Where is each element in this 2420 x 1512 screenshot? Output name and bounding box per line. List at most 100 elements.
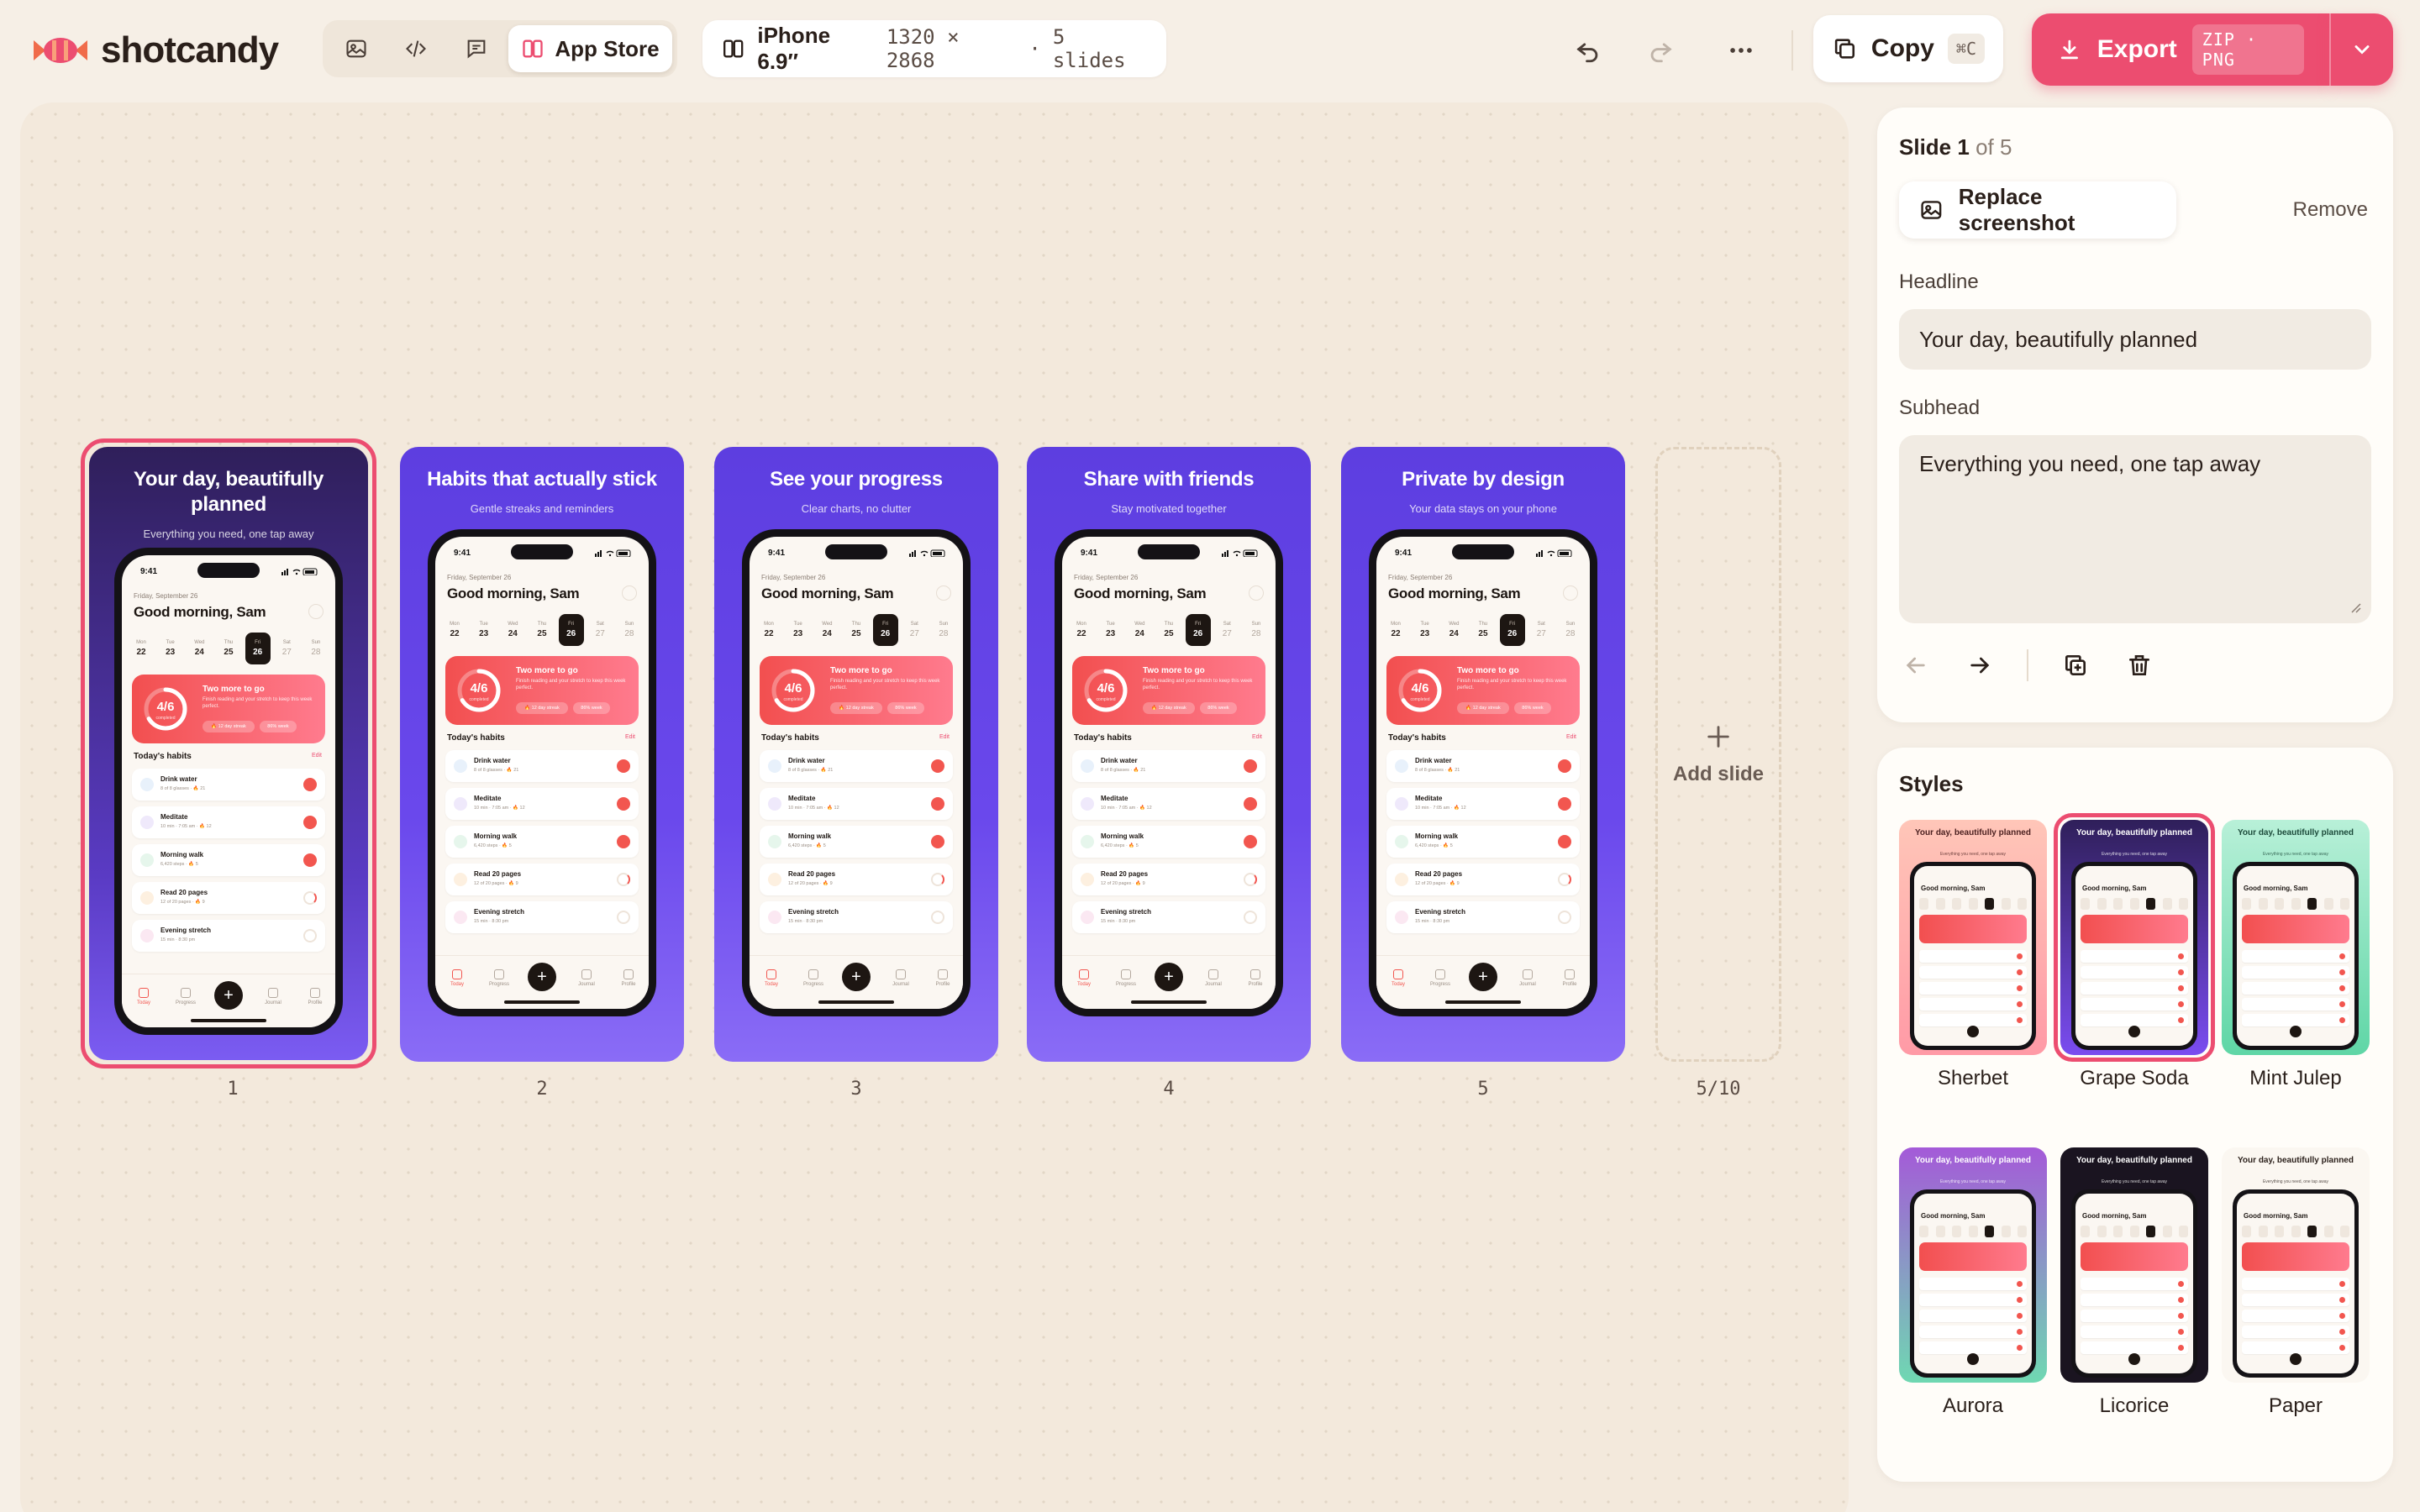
calendar-day[interactable]: Mon 22 <box>756 614 781 646</box>
remove-screenshot-link[interactable]: Remove <box>2293 198 2368 222</box>
slide-thumbnail[interactable]: Share with friends Stay motivated togeth… <box>1027 447 1311 1062</box>
habit-check-icon[interactable] <box>1558 835 1571 848</box>
habits-edit-link[interactable]: Edit <box>939 734 950 740</box>
refresh-icon[interactable] <box>936 585 951 601</box>
device-selector[interactable]: iPhone 6.9″ 1320 × 2868 · 5 slides <box>702 20 1166 77</box>
habit-row[interactable]: Meditate 10 min · 7:05 am · 🔥 12 <box>1386 788 1580 820</box>
style-option[interactable]: Your day, beautifully planned Everything… <box>2060 1147 2208 1383</box>
calendar-day[interactable]: Wed 24 <box>1127 614 1152 646</box>
slide-thumbnail[interactable]: Private by design Your data stays on you… <box>1341 447 1625 1062</box>
tab-bar-item[interactable]: Today <box>1065 969 1102 987</box>
progress-card[interactable]: 4/6 completed Two more to go Finish read… <box>1386 656 1580 725</box>
habit-check-icon[interactable] <box>617 873 630 886</box>
mode-code-button[interactable] <box>388 25 445 72</box>
calendar-day[interactable]: Thu 25 <box>529 614 555 646</box>
habit-row[interactable]: Evening stretch 15 min · 8:30 pm <box>760 901 953 933</box>
calendar-day[interactable]: Wed 24 <box>500 614 525 646</box>
habit-row[interactable]: Evening stretch 15 min · 8:30 pm <box>1072 901 1265 933</box>
tab-bar-item[interactable]: Profile <box>1551 969 1588 987</box>
refresh-icon[interactable] <box>1563 585 1578 601</box>
habit-row[interactable]: Morning walk 6,420 steps · 🔥 5 <box>760 826 953 858</box>
calendar-day[interactable]: Sat 27 <box>902 614 927 646</box>
calendar-day[interactable]: Sun 28 <box>931 614 956 646</box>
move-left-button[interactable] <box>1899 648 1933 682</box>
habit-check-icon[interactable] <box>931 835 944 848</box>
style-option[interactable]: Your day, beautifully planned Everything… <box>1899 1147 2047 1383</box>
tab-bar-item[interactable]: Progress <box>795 969 832 987</box>
calendar-day[interactable]: Sun 28 <box>1558 614 1583 646</box>
calendar-day[interactable]: Fri 26 <box>558 614 584 646</box>
calendar-day[interactable]: Sun 28 <box>617 614 642 646</box>
habit-check-icon[interactable] <box>617 797 630 811</box>
habits-edit-link[interactable]: Edit <box>625 734 635 740</box>
duplicate-slide-button[interactable] <box>2059 648 2092 682</box>
add-slide-button[interactable]: Add slide <box>1655 447 1781 1062</box>
habits-edit-link[interactable]: Edit <box>1252 734 1262 740</box>
calendar-day[interactable]: Tue 23 <box>471 614 497 646</box>
habit-check-icon[interactable] <box>1244 797 1257 811</box>
habit-check-icon[interactable] <box>1244 759 1257 773</box>
habit-row[interactable]: Drink water 8 of 8 glasses · 🔥 21 <box>1072 750 1265 782</box>
calendar-day[interactable]: Wed 24 <box>814 614 839 646</box>
mode-image-button[interactable] <box>328 25 385 72</box>
habit-row[interactable]: Read 20 pages 12 of 20 pages · 🔥 9 <box>1072 864 1265 895</box>
tab-bar-item[interactable]: Today <box>439 969 476 987</box>
subhead-textarea[interactable]: Everything you need, one tap away <box>1899 435 2371 623</box>
undo-button[interactable] <box>1568 30 1608 71</box>
copy-button[interactable]: Copy ⌘C <box>1813 15 2003 82</box>
export-button[interactable]: Export ZIP · PNG <box>2032 13 2329 86</box>
calendar-day[interactable]: Tue 23 <box>1098 614 1123 646</box>
habit-check-icon[interactable] <box>931 911 944 924</box>
calendar-day[interactable]: Thu 25 <box>844 614 869 646</box>
tab-bar-item[interactable]: Journal <box>568 969 605 987</box>
tab-bar-item[interactable]: Progress <box>481 969 518 987</box>
add-habit-fab[interactable]: + <box>528 963 556 991</box>
calendar-day[interactable]: Fri 26 <box>872 614 898 646</box>
calendar-day[interactable]: Mon 22 <box>442 614 467 646</box>
habit-row[interactable]: Meditate 10 min · 7:05 am · 🔥 12 <box>445 788 639 820</box>
habit-check-icon[interactable] <box>931 759 944 773</box>
more-options-button[interactable] <box>1721 30 1761 71</box>
calendar-day[interactable]: Sat 27 <box>1214 614 1239 646</box>
habit-check-icon[interactable] <box>1244 911 1257 924</box>
habit-check-icon[interactable] <box>1558 911 1571 924</box>
style-option[interactable]: Your day, beautifully planned Everything… <box>2222 1147 2370 1383</box>
habit-row[interactable]: Drink water 8 of 8 glasses · 🔥 21 <box>445 750 639 782</box>
calendar-day[interactable]: Mon 22 <box>1069 614 1094 646</box>
add-habit-fab[interactable]: + <box>1469 963 1497 991</box>
refresh-icon[interactable] <box>622 585 637 601</box>
calendar-day[interactable]: Thu 25 <box>1470 614 1496 646</box>
calendar-day[interactable]: Sat 27 <box>587 614 613 646</box>
progress-card[interactable]: 4/6 completed Two more to go Finish read… <box>445 656 639 725</box>
habit-row[interactable]: Read 20 pages 12 of 20 pages · 🔥 9 <box>445 864 639 895</box>
habit-check-icon[interactable] <box>1244 835 1257 848</box>
habit-check-icon[interactable] <box>931 873 944 886</box>
habit-check-icon[interactable] <box>617 835 630 848</box>
export-menu-button[interactable] <box>2329 13 2393 86</box>
progress-card[interactable]: 4/6 completed Two more to go Finish read… <box>760 656 953 725</box>
slide-thumbnail[interactable]: Habits that actually stick Gentle streak… <box>400 447 684 1062</box>
habit-check-icon[interactable] <box>1558 873 1571 886</box>
habit-row[interactable]: Drink water 8 of 8 glasses · 🔥 21 <box>1386 750 1580 782</box>
replace-screenshot-button[interactable]: Replace screenshot <box>1899 181 2176 239</box>
add-habit-fab[interactable]: + <box>1155 963 1183 991</box>
calendar-day[interactable]: Tue 23 <box>1413 614 1438 646</box>
habit-check-icon[interactable] <box>617 759 630 773</box>
habit-check-icon[interactable] <box>1558 797 1571 811</box>
habit-row[interactable]: Meditate 10 min · 7:05 am · 🔥 12 <box>1072 788 1265 820</box>
tab-bar-item[interactable]: Journal <box>882 969 919 987</box>
progress-card[interactable]: 4/6 completed Two more to go Finish read… <box>1072 656 1265 725</box>
tab-bar-item[interactable]: Profile <box>1237 969 1274 987</box>
habit-check-icon[interactable] <box>1244 873 1257 886</box>
resize-handle-icon[interactable] <box>2348 600 2361 613</box>
calendar-day[interactable]: Mon 22 <box>1383 614 1408 646</box>
tab-bar-item[interactable]: Journal <box>1509 969 1546 987</box>
app-logo[interactable]: shotcandy <box>34 25 279 76</box>
tab-bar-item[interactable]: Profile <box>610 969 647 987</box>
calendar-day[interactable]: Fri 26 <box>1499 614 1525 646</box>
mode-app-store-button[interactable]: App Store <box>508 25 672 72</box>
refresh-icon[interactable] <box>1249 585 1264 601</box>
habit-row[interactable]: Evening stretch 15 min · 8:30 pm <box>1386 901 1580 933</box>
habit-row[interactable]: Read 20 pages 12 of 20 pages · 🔥 9 <box>1386 864 1580 895</box>
mode-comment-button[interactable] <box>448 25 505 72</box>
